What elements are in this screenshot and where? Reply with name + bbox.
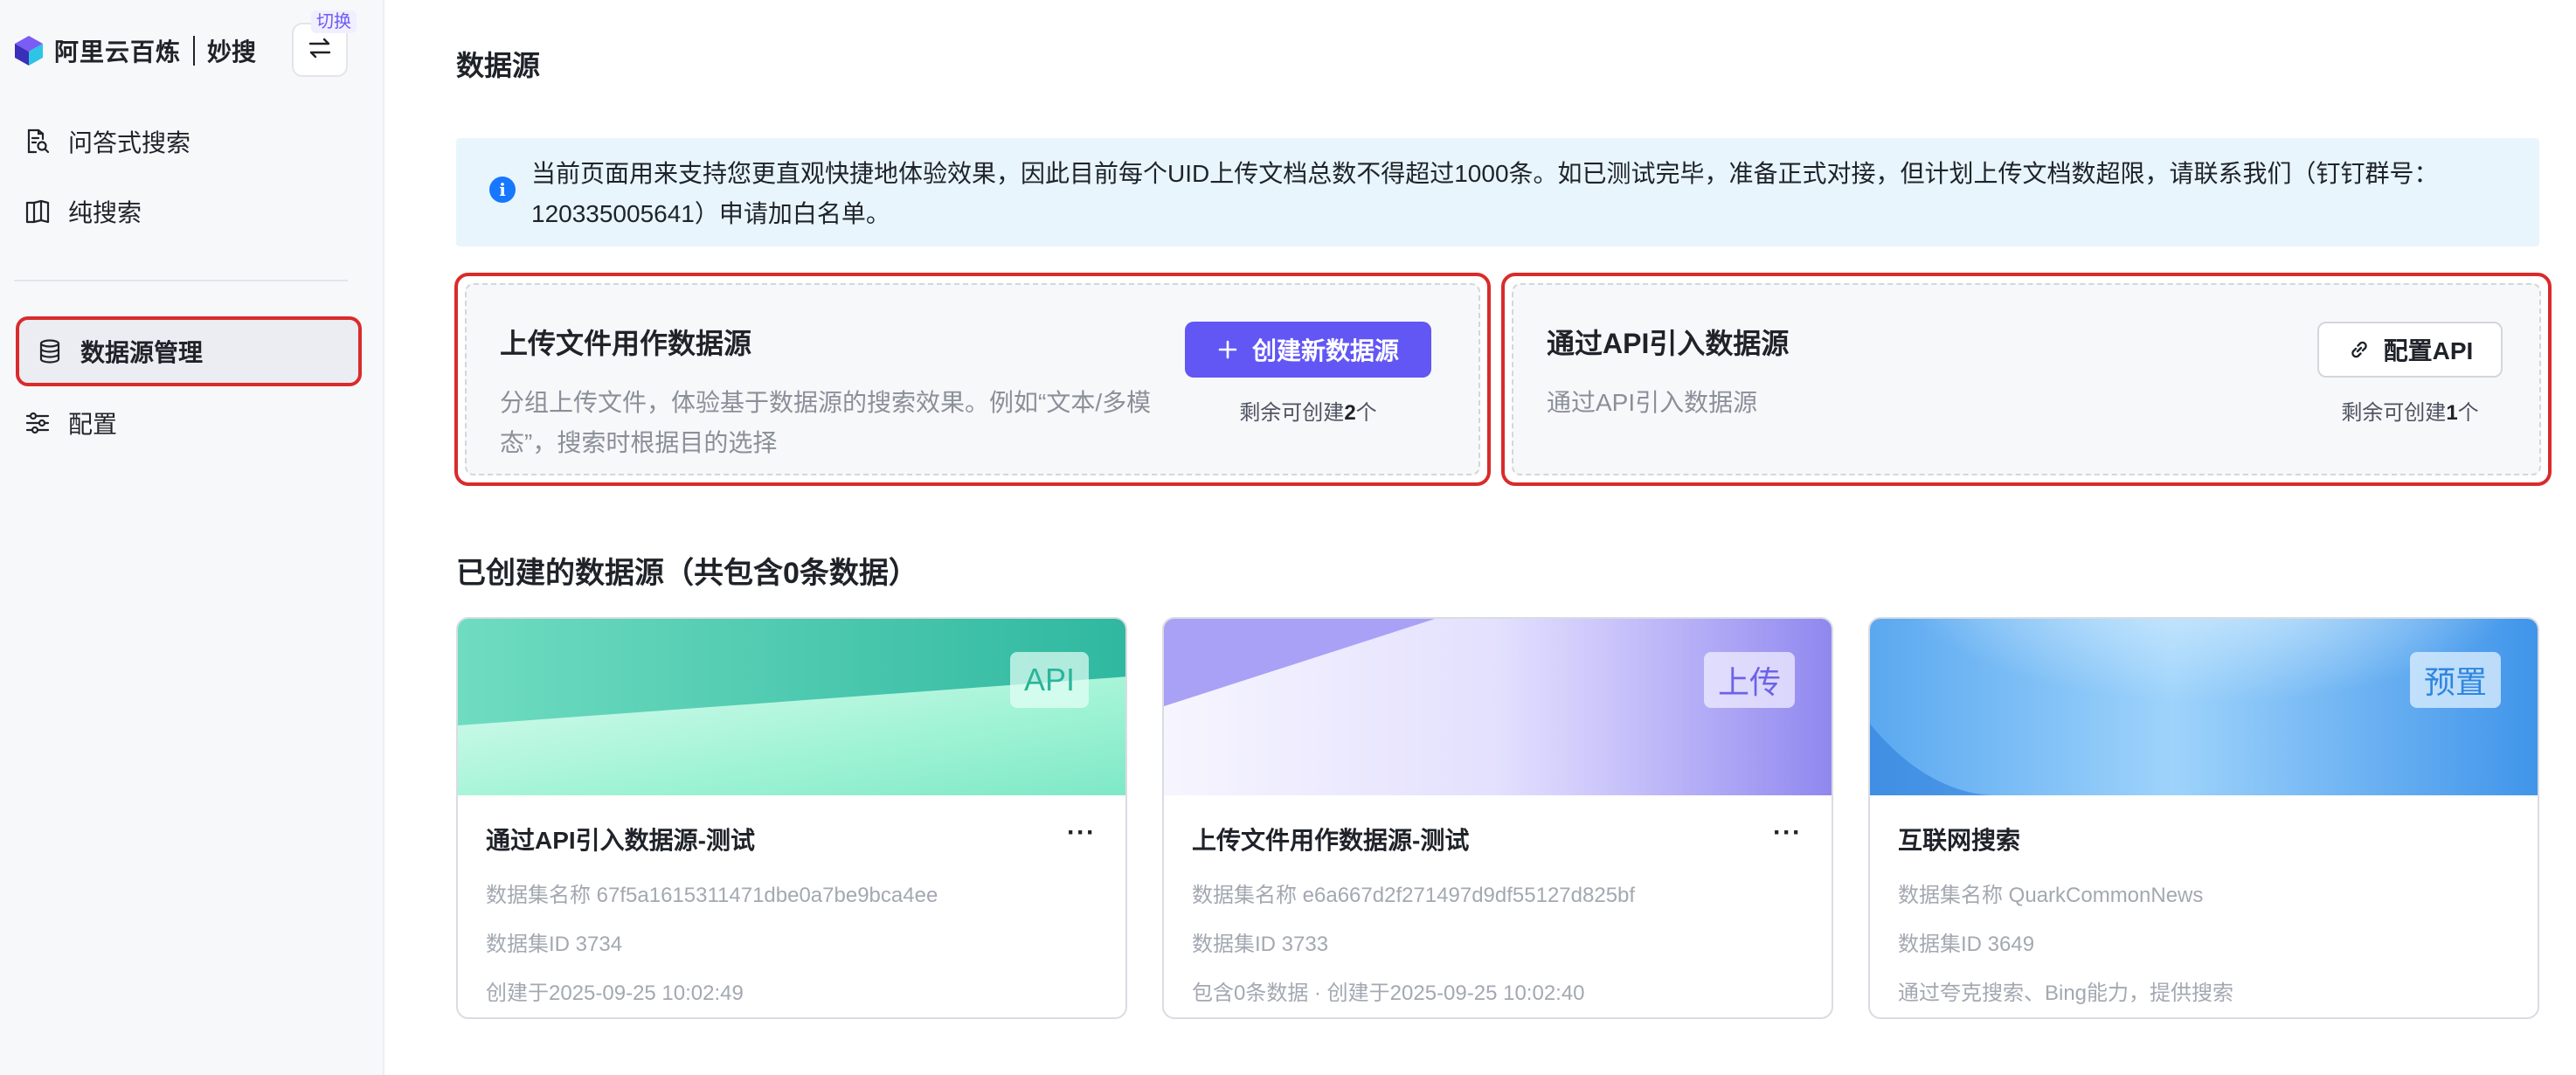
- datasource-type-badge: API: [1009, 652, 1089, 708]
- datasource-dataset-id: 数据集ID 3649: [1898, 933, 2035, 956]
- sidebar-item-label: 纯搜索: [68, 199, 142, 226]
- brand[interactable]: 阿里云百炼 妙搜: [12, 30, 256, 72]
- link-icon: [2347, 337, 2372, 362]
- datasource-card-preset[interactable]: 预置 互联网搜索 数据集名称 QuarkCommonNews 数据集ID 364…: [1868, 617, 2539, 1019]
- datasource-dataset-name: 数据集名称 67f5a1615311471dbe0a7be9bca4ee: [486, 884, 938, 907]
- brand-name: 阿里云百炼: [54, 38, 182, 66]
- page-title: 数据源: [456, 50, 541, 81]
- datasource-type-badge: 上传: [1703, 652, 1795, 708]
- sidebar-item-datasource-management[interactable]: 数据源管理: [16, 316, 362, 386]
- more-options-icon[interactable]: ···: [1773, 818, 1802, 848]
- upload-remaining-count: 剩余可创建2个: [1185, 395, 1431, 426]
- datasource-type-badge: 预置: [2409, 652, 2501, 708]
- sidebar-item-label: 配置: [68, 411, 118, 438]
- sidebar: 阿里云百炼 妙搜 切换 问答式搜索 纯搜索 数据源管理 配置: [0, 0, 384, 1075]
- upload-card-title: 上传文件用作数据源: [500, 328, 752, 359]
- sidebar-item-pure-search[interactable]: 纯搜索: [3, 177, 350, 246]
- upload-card-description: 分组上传文件，体验基于数据源的搜索效果。例如“文本/多模 态”，搜索时根据目的选…: [500, 383, 1181, 463]
- more-options-icon[interactable]: ···: [1067, 818, 1096, 848]
- api-card-title: 通过API引入数据源: [1547, 328, 1790, 359]
- plus-icon: [1217, 339, 1238, 360]
- datasource-dataset-name: 数据集名称 e6a667d2f271497d9df55127d825bf: [1192, 884, 1636, 907]
- upload-card-desc-line1: 分组上传文件，体验基于数据源的搜索效果。例如“文本/多模: [500, 389, 1152, 416]
- brand-logo-icon: [12, 34, 45, 67]
- book-open-icon: [23, 197, 52, 226]
- notice-text-line1: 当前页面用来支持您更直观快捷地体验效果，因此目前每个UID上传文档总数不得超过1…: [531, 160, 2439, 187]
- datasource-name: 通过API引入数据源-测试: [486, 827, 756, 854]
- datasource-card-upload[interactable]: 上传 上传文件用作数据源-测试 ··· 数据集名称 e6a667d2f27149…: [1162, 617, 1833, 1019]
- remaining-prefix: 剩余可创建: [1239, 401, 1345, 425]
- sidebar-divider: [14, 280, 348, 281]
- sidebar-item-label: 问答式搜索: [68, 129, 191, 156]
- sidebar-item-settings[interactable]: 配置: [3, 388, 350, 458]
- notice-text-line2: 120335005641）申请加白名单。: [531, 200, 890, 227]
- upload-datasource-card: 上传文件用作数据源 分组上传文件，体验基于数据源的搜索效果。例如“文本/多模 态…: [454, 273, 1491, 486]
- sliders-icon: [23, 408, 52, 438]
- datasource-dataset-id: 数据集ID 3733: [1192, 933, 1329, 956]
- brand-separator: [193, 36, 196, 66]
- datasource-created-time: 包含0条数据 · 创建于2025-09-25 10:02:40: [1192, 981, 1585, 1005]
- datasource-name: 互联网搜索: [1898, 827, 2021, 854]
- api-datasource-card: 通过API引入数据源 通过API引入数据源 配置API 剩余可创建1个: [1501, 273, 2552, 486]
- configure-api-button[interactable]: 配置API: [2317, 322, 2503, 378]
- database-icon: [35, 336, 65, 366]
- brand-product: 妙搜: [207, 38, 257, 66]
- datasource-created-time: 创建于2025-09-25 10:02:49: [486, 981, 744, 1005]
- sidebar-item-qa-search[interactable]: 问答式搜索: [3, 107, 350, 177]
- configure-api-label: 配置API: [2383, 337, 2474, 364]
- notice-banner: i 当前页面用来支持您更直观快捷地体验效果，因此目前每个UID上传文档总数不得超…: [456, 138, 2539, 246]
- main-content: 数据源 i 当前页面用来支持您更直观快捷地体验效果，因此目前每个UID上传文档总…: [386, 0, 2576, 1075]
- api-card-description: 通过API引入数据源: [1547, 389, 1758, 416]
- datasource-description: 通过夸克搜索、Bing能力，提供搜索: [1898, 981, 2234, 1005]
- datasource-dataset-name: 数据集名称 QuarkCommonNews: [1898, 884, 2204, 907]
- remaining-number: 2: [1344, 401, 1356, 425]
- datasource-name: 上传文件用作数据源-测试: [1192, 827, 1470, 854]
- api-remaining-count: 剩余可创建1个: [2317, 395, 2503, 426]
- switch-tag: 切换: [311, 10, 357, 33]
- remaining-suffix: 个: [1355, 401, 1377, 425]
- remaining-number: 1: [2446, 401, 2458, 425]
- info-icon: i: [489, 177, 516, 203]
- datasource-card-api[interactable]: API 通过API引入数据源-测试 ··· 数据集名称 67f5a1615311…: [456, 617, 1127, 1019]
- datasource-dataset-id: 数据集ID 3734: [486, 933, 623, 956]
- remaining-prefix: 剩余可创建: [2341, 401, 2447, 425]
- create-datasource-button[interactable]: 创建新数据源: [1185, 322, 1431, 378]
- create-datasource-label: 创建新数据源: [1251, 337, 1399, 364]
- sidebar-item-label: 数据源管理: [80, 339, 204, 366]
- remaining-suffix: 个: [2457, 401, 2479, 425]
- swap-arrows-icon: [307, 35, 333, 66]
- document-search-icon: [23, 127, 52, 156]
- upload-card-desc-line2: 态”，搜索时根据目的选择: [500, 429, 778, 456]
- created-datasources-title: 已创建的数据源（共包含0条数据）: [456, 557, 918, 590]
